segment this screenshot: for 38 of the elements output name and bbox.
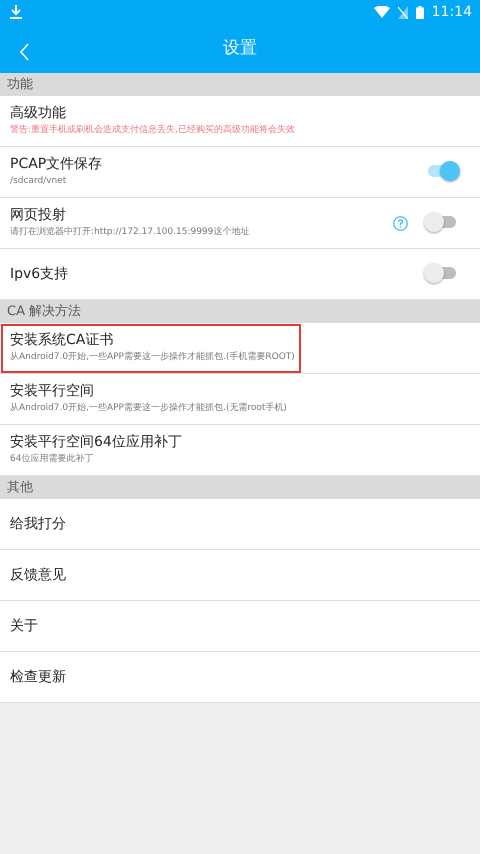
section-header: CA 解决方法 [0, 300, 480, 323]
status-time: 11:14 [432, 2, 472, 22]
help-icon[interactable] [393, 216, 408, 230]
setting-title: PCAP文件保存 [10, 156, 104, 174]
warning-text: 警告:重置手机或刷机会造成支付信息丢失,已经购买的高级功能将会失效 [10, 125, 296, 137]
setting-title: 检查更新 [10, 668, 67, 686]
setting-title: 给我打分 [10, 516, 67, 532]
setting-row[interactable]: 安装平行空间64位应用补丁 64位应用需要此补丁 [0, 425, 480, 476]
setting-description: 从Android7.0开始,一些APP需要这一步操作才能抓包.(手机需要ROOT) [10, 352, 296, 364]
setting-row[interactable]: 安装系统CA证书 从Android7.0开始,一些APP需要这一步操作才能抓包.(手机需要ROOT) [0, 323, 480, 374]
setting-row[interactable]: 反馈意见 [0, 550, 480, 601]
download-icon [10, 5, 22, 19]
section-header: 功能 [0, 73, 480, 96]
setting-row[interactable]: 网页投射 请打在浏览器中打开:http://172.17.100.15:9999这个地址 [0, 198, 480, 249]
setting-row[interactable]: 检查更新 [0, 652, 480, 703]
setting-title: 安装系统CA证书 [10, 332, 114, 350]
setting-row[interactable]: Ipv6支持 [0, 249, 480, 300]
no-signal-icon [398, 6, 408, 18]
wifi-icon [374, 6, 390, 18]
setting-title: 反馈意见 [10, 566, 67, 584]
section-header: 其他 [0, 476, 480, 499]
setting-title: 高级功能 [10, 105, 67, 122]
setting-row[interactable]: 高级功能 警告:重置手机或刷机会造成支付信息丢失,已经购买的高级功能将会失效 [0, 96, 480, 147]
setting-title: Ipv6支持 [10, 266, 70, 282]
setting-row[interactable]: 安装平行空间 从Android7.0开始,一些APP需要这一步操作才能抓包.(无需root手机) [0, 374, 480, 425]
screen-title: 设置 [223, 36, 257, 60]
setting-row[interactable]: 关于 [0, 601, 480, 652]
setting-title: 网页投射 [10, 207, 67, 224]
setting-row[interactable]: PCAP文件保存 /sdcard/vnet [0, 147, 480, 198]
setting-title: 安装平行空间64位应用补丁 [10, 434, 183, 452]
setting-row[interactable]: 给我打分 [0, 499, 480, 550]
setting-description: 从Android7.0开始,一些APP需要这一步操作才能抓包.(无需root手机) [10, 403, 288, 415]
setting-description: /sdcard/vnet [10, 176, 68, 188]
setting-title: 安装平行空间 [10, 383, 95, 400]
setting-description: 请打在浏览器中打开:http://172.17.100.15:9999这个地址 [10, 227, 250, 239]
setting-description: 64位应用需要此补丁 [10, 454, 94, 466]
battery-icon [416, 6, 424, 18]
setting-title: 关于 [10, 618, 39, 634]
